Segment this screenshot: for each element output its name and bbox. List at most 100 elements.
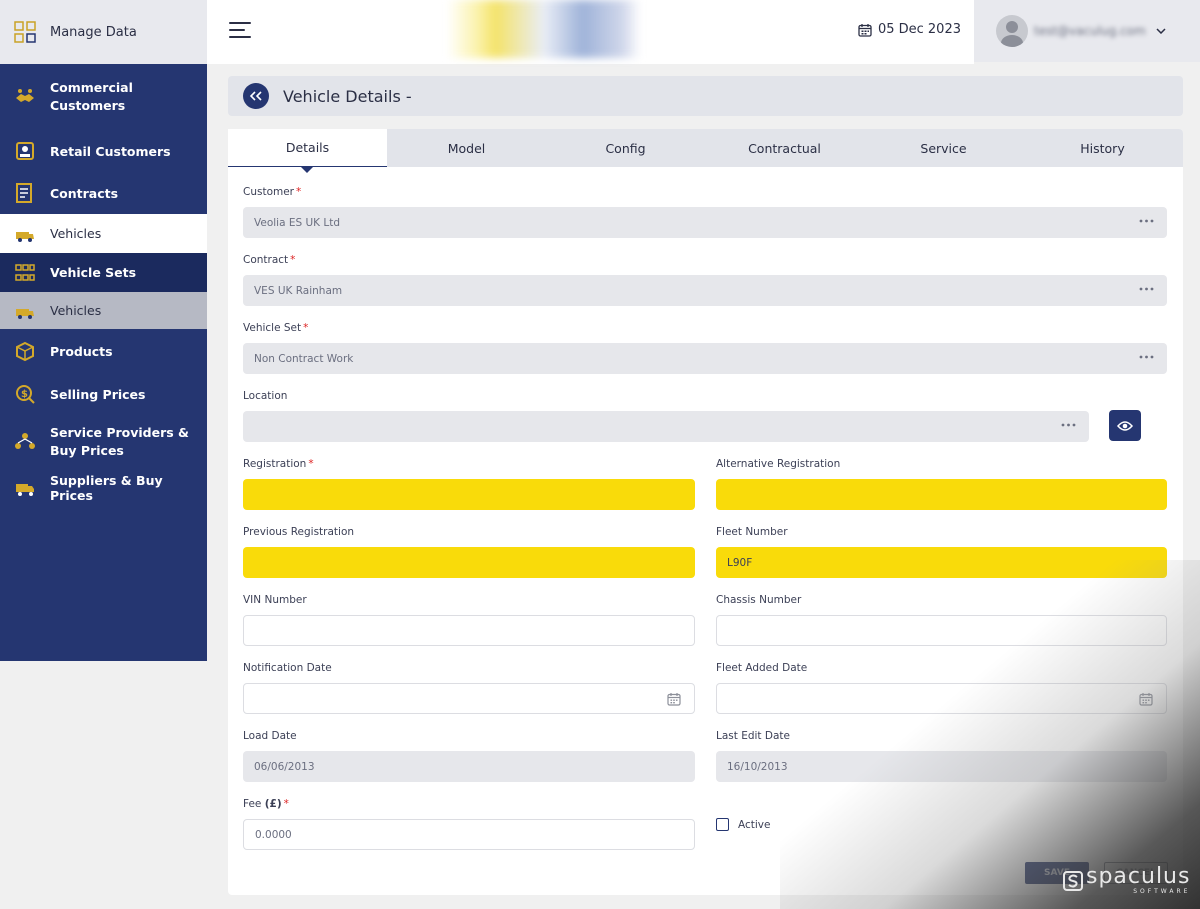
eye-icon (1117, 420, 1133, 431)
selling-prices-icon: $ (16, 385, 35, 404)
required-marker: * (296, 186, 302, 198)
tab-history[interactable]: History (1023, 129, 1182, 167)
sidebar-item-label: Vehicles (50, 226, 102, 241)
tab-contractual[interactable]: Contractual (705, 129, 864, 167)
vehicle-set-field[interactable]: Non Contract Work (243, 343, 1167, 374)
alt-registration-label: Alternative Registration (716, 458, 841, 470)
brand-area[interactable]: Manage Data (0, 0, 207, 64)
sidebar-item-label: Contracts (50, 185, 119, 201)
alt-registration-input[interactable] (716, 479, 1167, 510)
suppliers-icon (16, 484, 34, 496)
vehicle-icon (16, 308, 34, 319)
customer-label: Customer * (243, 186, 301, 198)
back-button[interactable] (243, 83, 269, 109)
calendar-icon[interactable] (1139, 692, 1153, 706)
sidebar-item-label: Commercial Customers (50, 80, 133, 113)
sidebar-item-contracts[interactable]: Contracts (0, 172, 207, 214)
vehicle-sets-icon (15, 263, 35, 281)
fee-value: 0.0000 (255, 828, 292, 841)
company-logo (447, 0, 641, 58)
contract-label: Contract * (243, 254, 295, 266)
products-icon (16, 341, 34, 361)
checkbox-box[interactable] (716, 818, 729, 831)
location-label: Location (243, 390, 288, 402)
customer-field[interactable]: Veolia ES UK Ltd (243, 207, 1167, 238)
notification-date-input[interactable] (243, 683, 695, 714)
menu-toggle-icon[interactable] (229, 22, 253, 42)
sidebar-item-vehicles[interactable]: Vehicles (0, 214, 207, 253)
prev-registration-input[interactable] (243, 547, 695, 578)
manage-data-icon (14, 21, 36, 43)
contract-value: VES UK Rainham (254, 284, 343, 297)
view-location-button[interactable] (1109, 410, 1141, 441)
fleet-number-value: L90F (727, 556, 753, 569)
fee-input[interactable]: 0.0000 (243, 819, 695, 850)
registration-input[interactable] (243, 479, 695, 510)
active-checkbox[interactable]: Active (716, 818, 770, 831)
tab-service[interactable]: Service (864, 129, 1023, 167)
active-label: Active (738, 818, 771, 831)
sidebar-item-commercial-customers[interactable]: Commercial Customers (0, 64, 207, 130)
vehicle-set-label-text: Vehicle Set (243, 322, 302, 334)
notification-date-label: Notification Date (243, 662, 332, 674)
sidebar: Commercial Customers Retail Customers Co… (0, 64, 207, 661)
vehicle-set-value: Non Contract Work (254, 352, 354, 365)
tab-config[interactable]: Config (546, 129, 705, 167)
last-edit-date-value: 16/10/2013 (727, 760, 788, 773)
vin-number-input[interactable] (243, 615, 695, 646)
more-options-icon[interactable] (1061, 423, 1076, 427)
date-text: 05 Dec 2023 (877, 22, 961, 37)
sidebar-item-vehicle-sets[interactable]: Vehicle Sets (0, 253, 207, 292)
registration-label-text: Registration (243, 458, 307, 470)
sidebar-item-retail-customers[interactable]: Retail Customers (0, 130, 207, 172)
more-options-icon[interactable] (1139, 355, 1154, 359)
fee-label-text: Fee (243, 798, 262, 810)
sidebar-item-products[interactable]: Products (0, 329, 207, 374)
sidebar-item-suppliers[interactable]: Suppliers & Buy Prices (0, 469, 207, 507)
contract-icon (16, 183, 32, 203)
more-options-icon[interactable] (1139, 219, 1154, 223)
sidebar-item-service-providers[interactable]: Service Providers & Buy Prices (0, 414, 207, 469)
load-date-field: 06/06/2013 (243, 751, 695, 782)
tab-details[interactable]: Details (228, 129, 387, 173)
vehicle-set-label: Vehicle Set * (243, 322, 308, 334)
required-marker: * (303, 322, 309, 334)
last-edit-date-field: 16/10/2013 (716, 751, 1167, 782)
service-providers-icon (15, 432, 35, 449)
chassis-number-label: Chassis Number (716, 594, 802, 606)
sidebar-item-vehicles-sub[interactable]: Vehicles (0, 292, 207, 329)
page-header: Vehicle Details - (228, 76, 1183, 116)
watermark-name: spaculus (1086, 864, 1191, 889)
watermark-sub: SOFTWARE (1133, 888, 1191, 895)
tab-model[interactable]: Model (387, 129, 546, 167)
fleet-number-label: Fleet Number (716, 526, 788, 538)
contract-label-text: Contract (243, 254, 289, 266)
location-field[interactable] (243, 411, 1089, 442)
vehicle-icon (16, 231, 34, 242)
contract-field[interactable]: VES UK Rainham (243, 275, 1167, 306)
fleet-added-date-label: Fleet Added Date (716, 662, 808, 674)
top-bar: 05 Dec 2023 (207, 0, 974, 64)
fleet-number-input[interactable]: L90F (716, 547, 1167, 578)
sidebar-item-label: Vehicles (50, 303, 102, 318)
watermark: spaculus SOFTWARE (1062, 866, 1190, 895)
user-email: test@vaculug.com (1034, 24, 1146, 38)
more-options-icon[interactable] (1139, 287, 1154, 291)
chassis-number-input[interactable] (716, 615, 1167, 646)
sidebar-item-label: Selling Prices (50, 386, 146, 402)
svg-text:$: $ (21, 389, 28, 400)
brand-label: Manage Data (50, 24, 137, 40)
avatar (996, 15, 1028, 47)
calendar-icon[interactable] (667, 692, 681, 706)
vin-number-label: VIN Number (243, 594, 307, 606)
load-date-value: 06/06/2013 (254, 760, 315, 773)
chevron-down-icon (1156, 28, 1166, 34)
user-menu[interactable]: test@vaculug.com (974, 0, 1200, 62)
current-date: 05 Dec 2023 (858, 22, 961, 37)
sidebar-item-selling-prices[interactable]: $ Selling Prices (0, 374, 207, 414)
last-edit-date-label: Last Edit Date (716, 730, 790, 742)
sidebar-item-label: Products (50, 344, 113, 359)
fleet-added-date-input[interactable] (716, 683, 1167, 714)
calendar-icon (858, 23, 872, 37)
vehicle-details-card: Details Model Config Contractual Service… (228, 129, 1183, 895)
